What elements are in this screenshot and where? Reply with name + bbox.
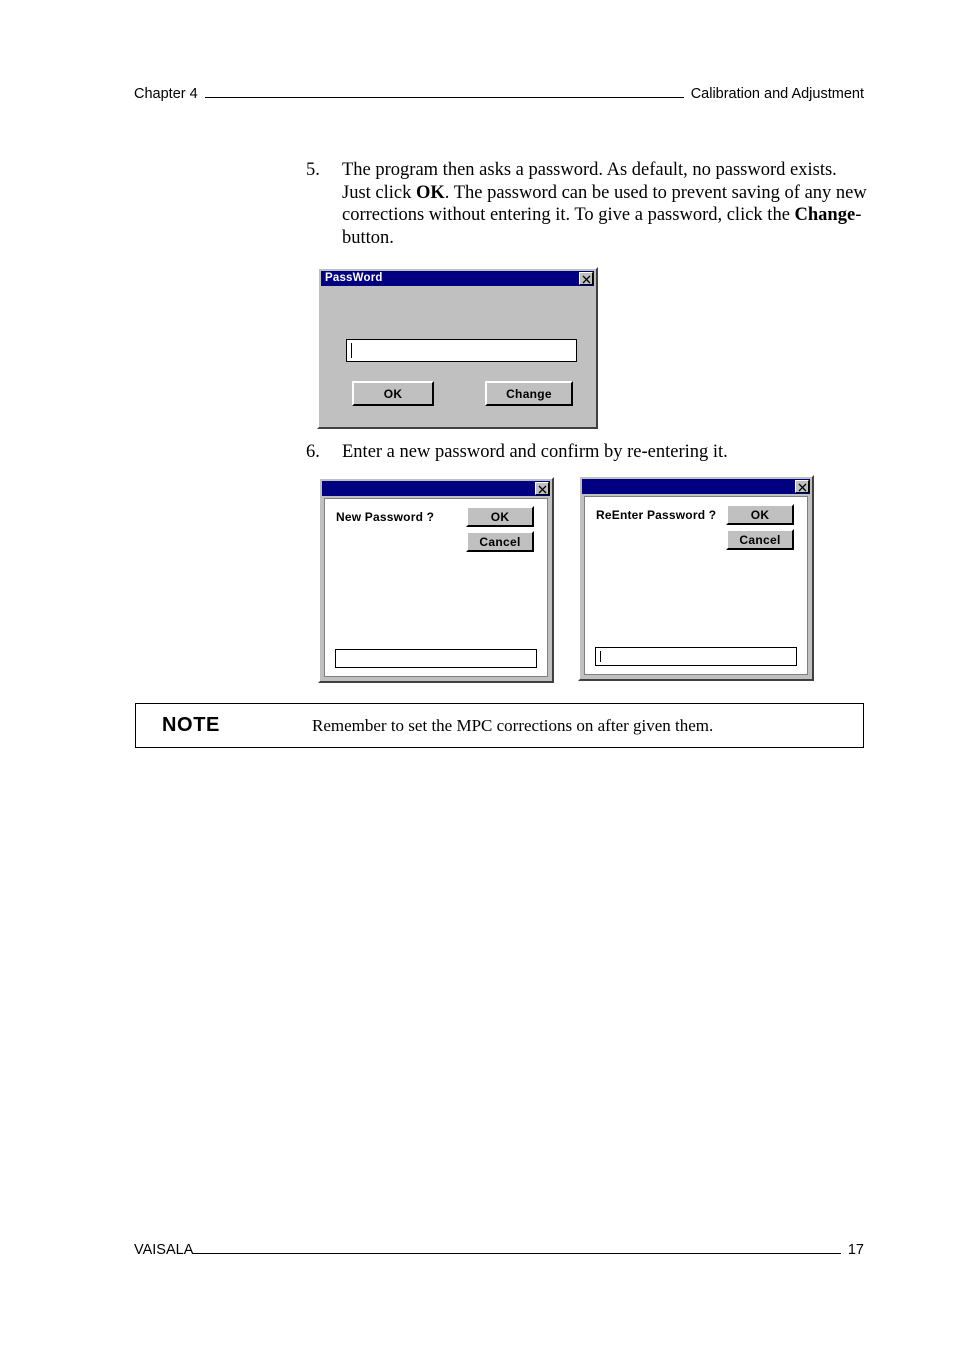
reenter-password-prompt: ReEnter Password ?	[596, 508, 717, 522]
password-dialog-titlebar[interactable]: PassWord	[321, 271, 594, 286]
reenter-password-input[interactable]	[595, 647, 797, 666]
step-5-bold-change: Change	[794, 205, 856, 226]
step-6-number: 6.	[306, 442, 320, 462]
reenter-password-dialog-titlebar[interactable]	[582, 479, 810, 494]
new-password-dialog-titlebar[interactable]	[322, 481, 550, 496]
header-chapter-label: Chapter 4	[134, 86, 198, 102]
step-5-bold-ok: OK	[416, 182, 445, 203]
step-5-number: 5.	[306, 160, 320, 180]
page-header: Chapter 4 Calibration and Adjustment	[134, 86, 864, 102]
step-5-text: The program then asks a password. As def…	[342, 159, 868, 249]
password-input[interactable]	[346, 339, 577, 362]
note-label: NOTE	[162, 714, 220, 736]
header-section-title: Calibration and Adjustment	[690, 86, 864, 102]
close-icon[interactable]	[535, 482, 549, 495]
text-caret	[600, 651, 602, 662]
new-password-cancel-button[interactable]: Cancel	[466, 531, 534, 552]
close-icon[interactable]	[579, 272, 593, 285]
step-5: 5. The program then asks a password. As …	[306, 159, 868, 249]
new-password-input[interactable]	[335, 649, 537, 668]
new-password-dialog[interactable]: New Password ? OK Cancel	[318, 477, 554, 683]
password-ok-button[interactable]: OK	[352, 381, 434, 406]
new-password-ok-button[interactable]: OK	[466, 506, 534, 527]
reenter-password-ok-button[interactable]: OK	[726, 504, 794, 525]
password-dialog-title: PassWord	[325, 272, 383, 284]
password-dialog[interactable]: PassWord OK Change	[317, 267, 598, 429]
password-change-button[interactable]: Change	[485, 381, 573, 406]
step-6-text: Enter a new password and confirm by re-e…	[342, 442, 728, 462]
step-6: 6. Enter a new password and confirm by r…	[306, 441, 806, 464]
footer-brand: VAISALA	[134, 1242, 194, 1258]
note-text: Remember to set the MPC corrections on a…	[312, 715, 714, 735]
header-rule	[204, 96, 684, 98]
new-password-prompt: New Password ?	[336, 510, 435, 524]
reenter-password-cancel-button[interactable]: Cancel	[726, 529, 794, 550]
page-footer: VAISALA 17	[134, 1242, 864, 1258]
reenter-password-dialog-body: ReEnter Password ? OK Cancel	[584, 496, 808, 675]
reenter-password-dialog[interactable]: ReEnter Password ? OK Cancel	[578, 475, 814, 681]
note-box: NOTE Remember to set the MPC corrections…	[135, 703, 864, 748]
footer-rule	[193, 1252, 841, 1254]
page-number: 17	[847, 1242, 864, 1258]
new-password-dialog-body: New Password ? OK Cancel	[324, 498, 548, 677]
close-icon[interactable]	[795, 480, 809, 493]
text-caret	[351, 343, 353, 358]
